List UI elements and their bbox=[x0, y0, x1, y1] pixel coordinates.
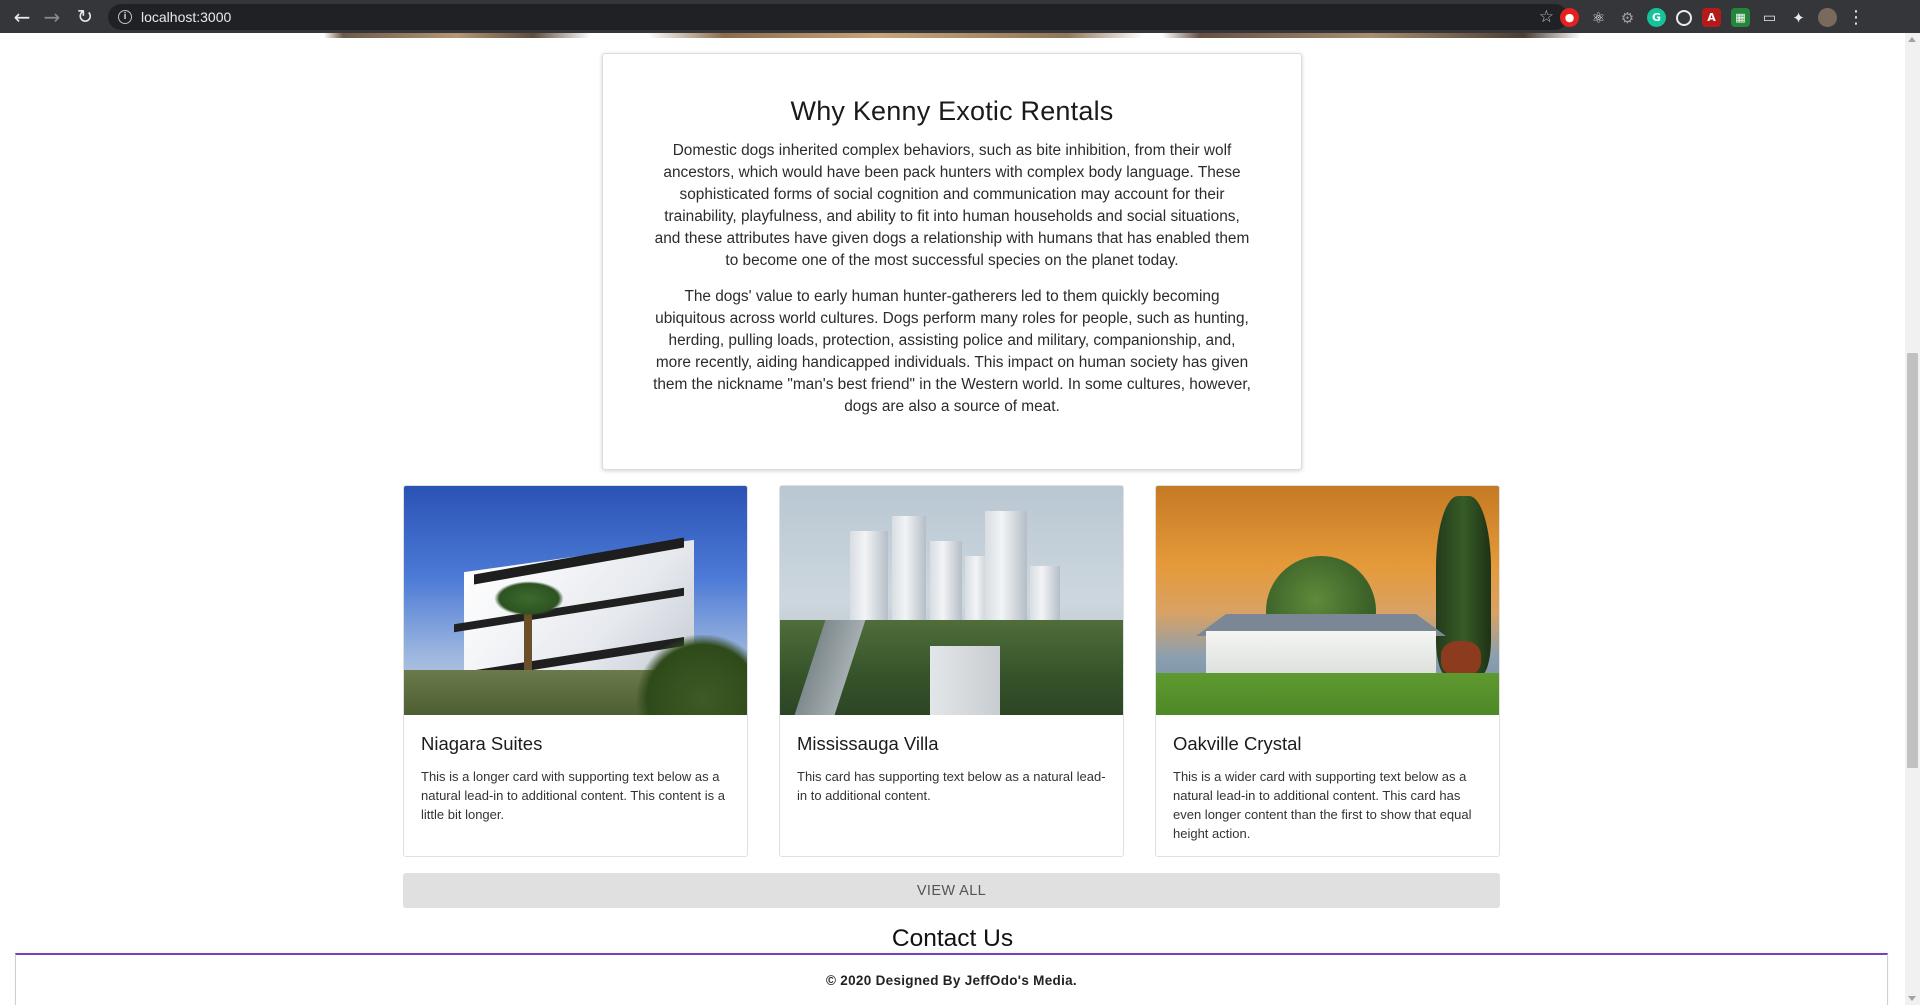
back-arrow-icon[interactable]: ← bbox=[10, 5, 34, 29]
url-text[interactable]: localhost:3000 bbox=[141, 9, 231, 25]
star-icon[interactable]: ☆ bbox=[1539, 7, 1554, 27]
browser-toolbar: ← → ↻ i localhost:3000 ☆ ● ⚛ ⚙ G A ▦ ▭ ✦… bbox=[0, 0, 1920, 33]
hero-image-bottom-edge bbox=[0, 33, 1905, 38]
why-paragraph-2: The dogs' value to early human hunter-ga… bbox=[653, 288, 1251, 415]
pdf-extension-icon[interactable]: A bbox=[1702, 8, 1721, 27]
address-bar[interactable]: i localhost:3000 ☆ bbox=[108, 4, 1568, 30]
why-paragraph-1: Domestic dogs inherited complex behavior… bbox=[654, 142, 1250, 269]
why-section: Why Kenny Exotic Rentals Domestic dogs i… bbox=[602, 53, 1302, 470]
property-image-house bbox=[1156, 486, 1499, 715]
page-scrollbar[interactable] bbox=[1905, 33, 1920, 1005]
view-all-button[interactable]: VIEW ALL bbox=[403, 873, 1500, 908]
sheets-extension-icon[interactable]: ▦ bbox=[1731, 8, 1750, 27]
extension-icon[interactable]: ● bbox=[1560, 8, 1579, 27]
property-card-niagara[interactable]: Niagara Suites This is a longer card wit… bbox=[403, 485, 748, 857]
site-footer: © 2020 Designed By JeffOdo's Media. bbox=[15, 953, 1888, 1005]
card-text: This is a longer card with supporting te… bbox=[421, 769, 726, 822]
gear-extension-icon[interactable]: ⚙ bbox=[1618, 8, 1637, 27]
puzzle-icon[interactable]: ✦ bbox=[1789, 8, 1808, 27]
card-title: Mississauga Villa bbox=[797, 733, 939, 754]
avatar[interactable] bbox=[1818, 8, 1837, 27]
card-text: This card has supporting text below as a… bbox=[797, 769, 1106, 803]
contact-title: Contact Us bbox=[891, 925, 1014, 952]
info-icon[interactable]: i bbox=[118, 10, 132, 24]
extension-tray: ● ⚛ ⚙ G A ▦ ▭ ✦ ⋮ bbox=[1560, 7, 1865, 28]
property-card-oakville[interactable]: Oakville Crystal This is a wider card wi… bbox=[1155, 485, 1500, 857]
extension-icon[interactable]: ▭ bbox=[1760, 8, 1779, 27]
card-text: This is a wider card with supporting tex… bbox=[1173, 769, 1472, 841]
footer-copyright: © 2020 Designed By JeffOdo's Media. bbox=[826, 972, 1077, 988]
property-image-building bbox=[404, 486, 747, 715]
forward-arrow-icon[interactable]: → bbox=[40, 5, 64, 29]
why-title: Why Kenny Exotic Rentals bbox=[790, 96, 1114, 126]
scroll-thumb[interactable] bbox=[1907, 353, 1918, 768]
grammarly-icon[interactable]: G bbox=[1647, 8, 1666, 27]
property-card-mississauga[interactable]: Mississauga Villa This card has supporti… bbox=[779, 485, 1124, 857]
card-title: Niagara Suites bbox=[421, 733, 543, 754]
target-extension-icon[interactable] bbox=[1676, 9, 1692, 26]
scroll-down-arrow-icon[interactable] bbox=[1908, 996, 1916, 1001]
kebab-menu-icon[interactable]: ⋮ bbox=[1847, 7, 1865, 28]
property-image-towers bbox=[780, 486, 1123, 715]
card-title: Oakville Crystal bbox=[1173, 733, 1302, 754]
reload-icon[interactable]: ↻ bbox=[73, 5, 97, 29]
scroll-up-arrow-icon[interactable] bbox=[1908, 37, 1916, 42]
react-devtools-icon[interactable]: ⚛ bbox=[1589, 8, 1608, 27]
property-cards: Niagara Suites This is a longer card wit… bbox=[403, 485, 1500, 857]
